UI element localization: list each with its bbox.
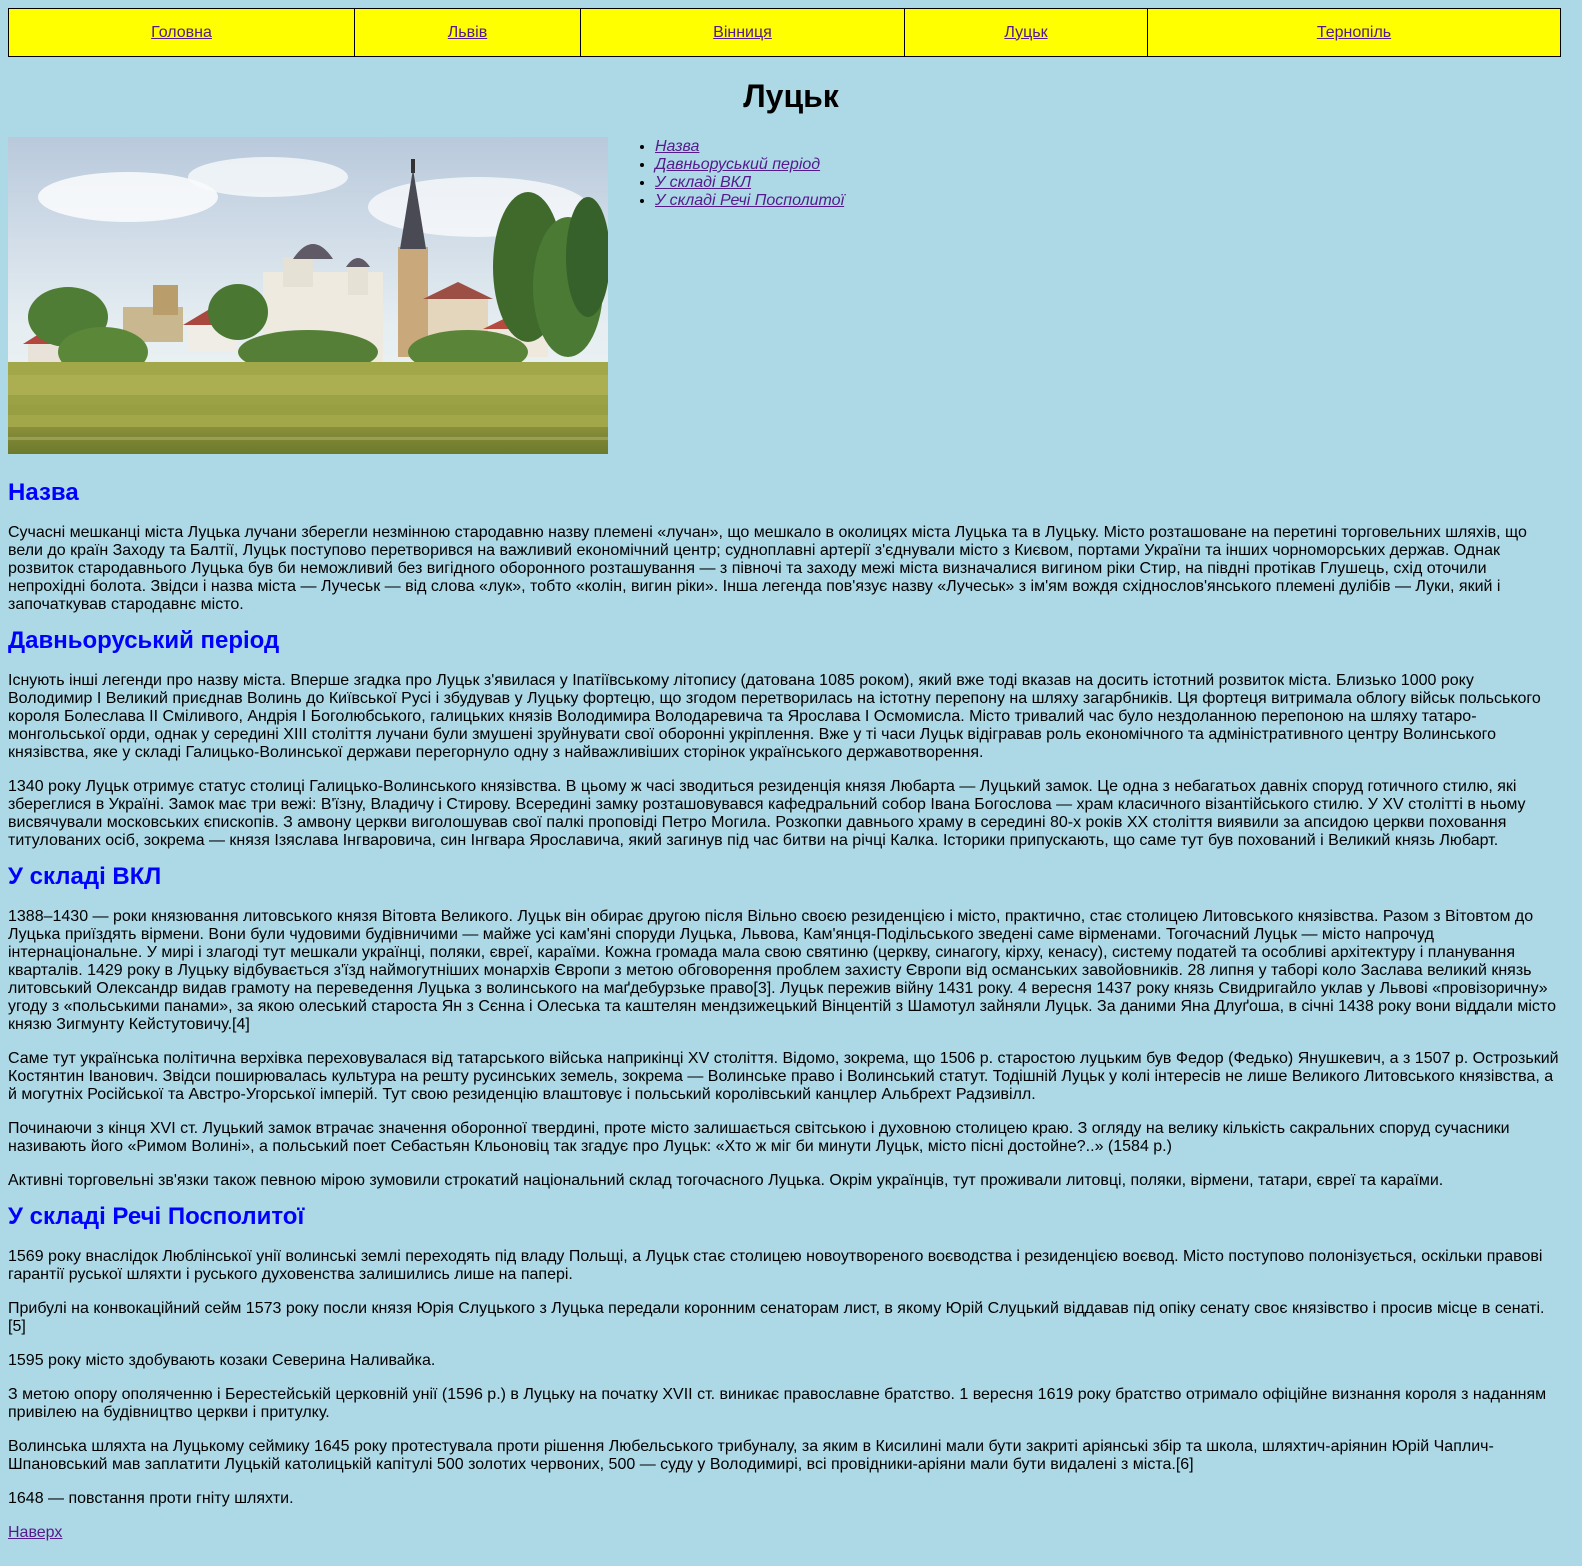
paragraph: Активні торговельні зв'язки також певною… [8, 1172, 1444, 1189]
article-content: Назва Сучасні мешканці міста Луцька луча… [8, 466, 1561, 1542]
nav-link-vinnytsia[interactable]: Вінниця [713, 24, 772, 41]
toc-item: У складі Речі Посполитої [655, 192, 844, 210]
toc-link-old-rus-period[interactable]: Давньоруський період [655, 156, 820, 173]
nav-cell-vinnytsia: Вінниця [580, 8, 905, 57]
section-heading-gdl: У складі ВКЛ [8, 863, 162, 890]
nav-link-home[interactable]: Головна [151, 24, 212, 41]
toc-item: Давньоруський період [655, 156, 844, 174]
page-title: Луцьк [743, 78, 839, 114]
section-heading-commonwealth: У складі Речі Посполитої [8, 1203, 305, 1230]
paragraph: Існують інші легенди про назву міста. Вп… [8, 672, 1541, 761]
paragraph: Саме тут українська політична верхівка п… [8, 1050, 1559, 1103]
section-heading-name: Назва [8, 479, 79, 506]
back-to-top-link[interactable]: Наверх [8, 1524, 62, 1541]
main-navigation: Головна Львів Вінниця Луцьк Тернопіль [8, 8, 1561, 57]
toc-item: У складі ВКЛ [655, 174, 844, 192]
toc-link-name[interactable]: Назва [655, 138, 699, 155]
nav-cell-home: Головна [8, 8, 355, 57]
nav-cell-lutsk: Луцьк [904, 8, 1148, 57]
paragraph: 1340 року Луцьк отримує статус столиці Г… [8, 778, 1526, 849]
section-heading-old-rus-period: Давньоруський період [8, 627, 280, 654]
nav-cell-lviv: Львів [354, 8, 581, 57]
nav-link-ternopil[interactable]: Тернопіль [1317, 24, 1391, 41]
paragraph: З метою опору ополяченню і Берестейській… [8, 1386, 1547, 1421]
back-to-top-paragraph: Наверх [8, 1524, 1561, 1542]
paragraph: Волинська шляхта на Луцькому сеймику 164… [8, 1438, 1494, 1473]
paragraph: Сучасні мешканці міста Луцька лучани збе… [8, 524, 1527, 613]
nav-cell-ternopil: Тернопіль [1147, 8, 1561, 57]
city-photo [8, 137, 608, 454]
paragraph: 1648 — повстання проти гніту шляхти. [8, 1490, 294, 1507]
paragraph: Починаючи з кінця XVI ст. Луцький замок … [8, 1120, 1510, 1155]
paragraph: Прибулі на конвокаційний сейм 1573 року … [8, 1300, 1545, 1335]
table-of-contents: Назва Давньоруський період У складі ВКЛ … [615, 138, 844, 210]
paragraph: 1388–1430 — роки князювання литовського … [8, 908, 1556, 1033]
city-panorama-image [8, 137, 608, 454]
paragraph: 1595 року місто здобувають козаки Севери… [8, 1352, 436, 1369]
nav-link-lutsk[interactable]: Луцьк [1004, 24, 1047, 41]
toc-link-commonwealth[interactable]: У складі Речі Посполитої [655, 192, 844, 209]
toc-item: Назва [655, 138, 844, 156]
nav-link-lviv[interactable]: Львів [448, 24, 487, 41]
toc-link-gdl[interactable]: У складі ВКЛ [655, 174, 751, 191]
paragraph: 1569 року внаслідок Люблінської унії вол… [8, 1248, 1543, 1283]
